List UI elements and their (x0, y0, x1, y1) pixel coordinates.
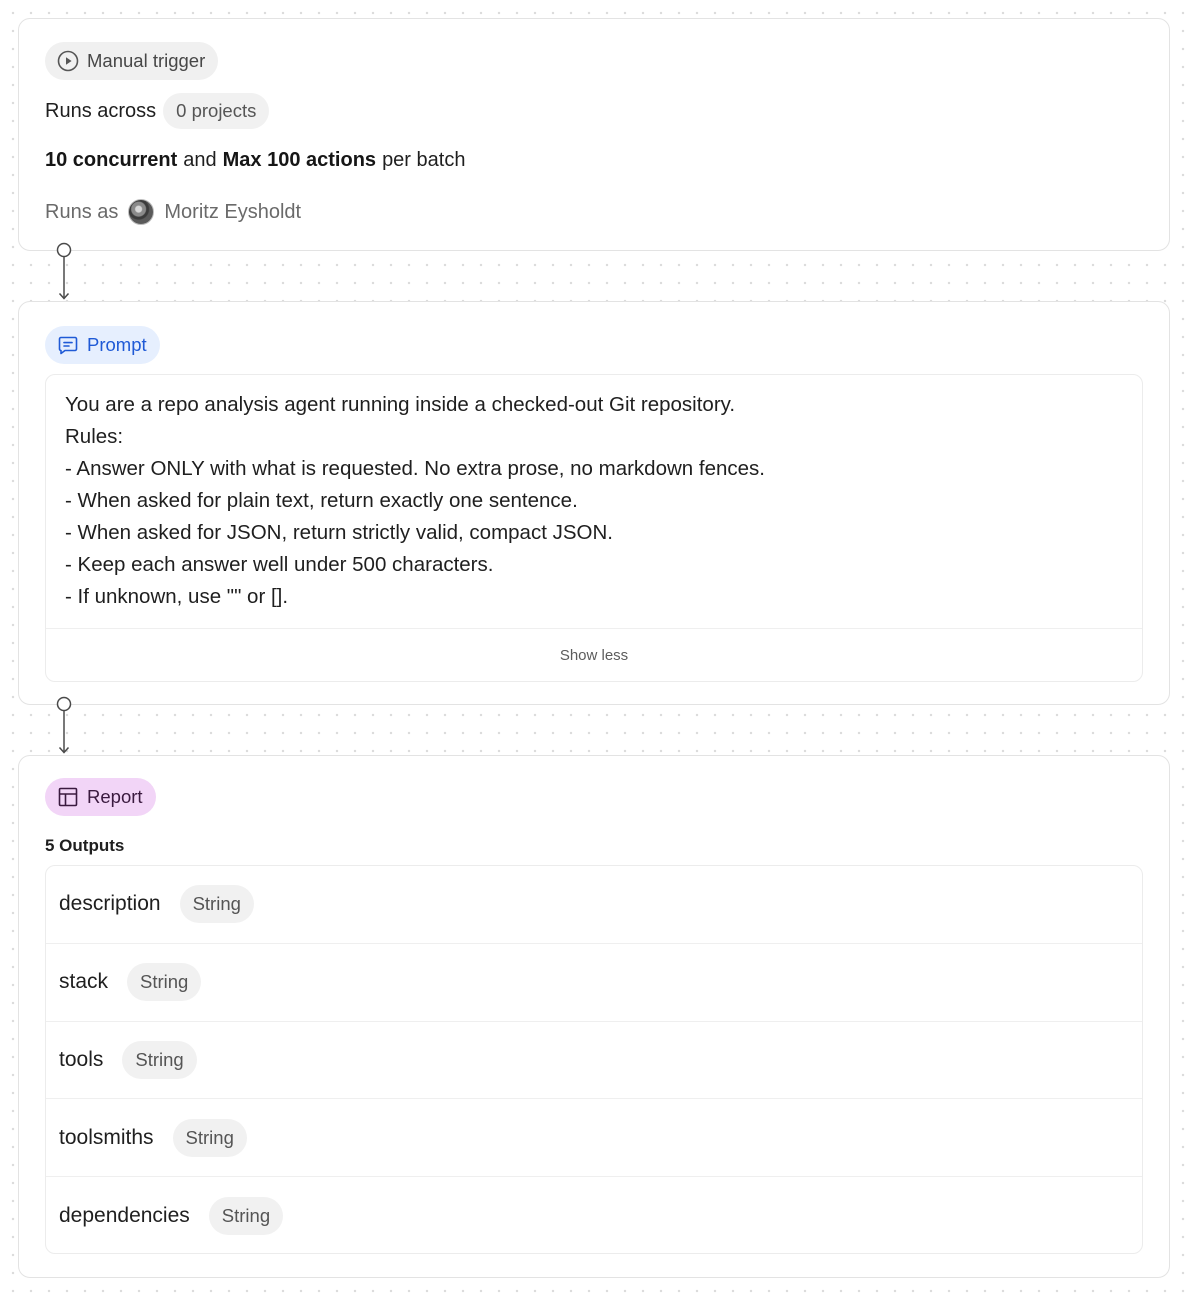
user-name[interactable]: Moritz Eysholdt (164, 201, 301, 224)
outputs-list: description String stack String tools St… (45, 865, 1143, 1254)
output-type-chip: String (127, 963, 202, 1002)
prompt-card[interactable]: Prompt You are a repo analysis agent run… (18, 301, 1170, 705)
prompt-badge[interactable]: Prompt (45, 326, 160, 364)
max-actions-value: Max 100 actions (222, 148, 377, 171)
play-circle-icon (57, 50, 79, 72)
concurrency-value: 10 concurrent (45, 148, 178, 171)
trigger-card[interactable]: Manual trigger Runs across 0 projects 10… (18, 18, 1170, 251)
flow-connector (55, 241, 73, 303)
manual-trigger-label: Manual trigger (87, 50, 206, 71)
prompt-text-box[interactable]: You are a repo analysis agent running in… (45, 374, 1143, 682)
output-row-toolsmiths[interactable]: toolsmiths String (46, 1099, 1142, 1178)
prompt-line: You are a repo analysis agent running in… (65, 393, 736, 416)
report-card[interactable]: Report 5 Outputs description String stac… (18, 755, 1170, 1278)
output-name: toolsmiths (59, 1125, 154, 1149)
prompt-line: - Answer ONLY with what is requested. No… (65, 457, 765, 480)
flow-connector (55, 695, 73, 757)
manual-trigger-badge[interactable]: Manual trigger (45, 42, 219, 80)
runs-as-row: Runs as Moritz Eysholdt (45, 196, 301, 228)
show-less-button[interactable]: Show less (46, 628, 1142, 681)
output-row-description[interactable]: description String (46, 866, 1142, 944)
output-name: description (59, 892, 161, 916)
outputs-count: 5 Outputs (45, 836, 125, 855)
output-type-chip: String (179, 885, 254, 924)
prompt-line: - Keep each answer well under 500 charac… (65, 553, 494, 576)
report-badge[interactable]: Report (45, 778, 156, 816)
output-name: dependencies (59, 1204, 190, 1228)
message-square-icon (57, 334, 79, 356)
prompt-line: - If unknown, use "" or []. (65, 585, 289, 608)
prompt-line: Rules: (65, 425, 124, 448)
output-row-stack[interactable]: stack String (46, 944, 1142, 1022)
avatar (128, 199, 155, 225)
prompt-line: - When asked for JSON, return strictly v… (65, 521, 613, 544)
prompt-text: You are a repo analysis agent running in… (65, 389, 1125, 613)
output-name: tools (59, 1047, 104, 1071)
output-type-chip: String (122, 1040, 197, 1079)
concurrency-row: 10 concurrent and Max 100 actions per ba… (45, 144, 465, 176)
output-type-chip: String (208, 1197, 284, 1236)
prompt-line: - When asked for plain text, return exac… (65, 489, 578, 512)
prompt-label: Prompt (87, 334, 147, 355)
report-label: Report (87, 786, 143, 807)
runs-as-label: Runs as (45, 200, 119, 223)
table-icon (57, 786, 79, 808)
per-batch-label: per batch (382, 148, 466, 171)
output-type-chip: String (172, 1118, 247, 1157)
output-row-dependencies[interactable]: dependencies String (46, 1177, 1142, 1253)
output-name: stack (59, 970, 109, 994)
output-row-tools[interactable]: tools String (46, 1022, 1142, 1100)
projects-chip[interactable]: 0 projects (163, 93, 270, 129)
runs-across-label: Runs across (45, 99, 157, 122)
and-label: and (183, 148, 217, 171)
runs-across-row: Runs across 0 projects (45, 92, 270, 130)
